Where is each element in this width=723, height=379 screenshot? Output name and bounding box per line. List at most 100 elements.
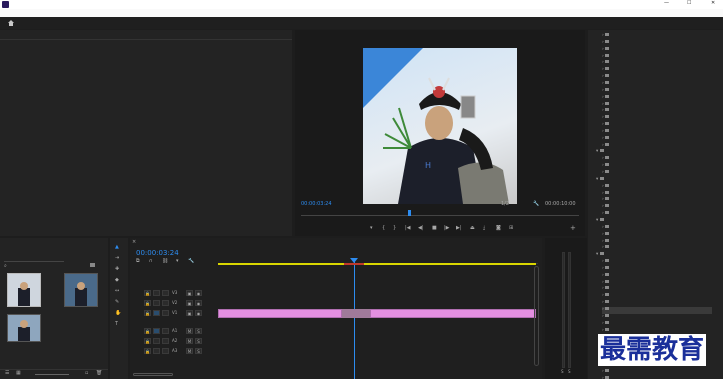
minimize-button[interactable]: — <box>664 0 669 6</box>
hand-tool-icon[interactable]: ✋ <box>115 310 121 316</box>
timeline-settings-icon[interactable]: 🔧 <box>188 258 194 264</box>
track-select-tool-icon[interactable]: ⇥ <box>115 255 119 261</box>
maximize-button[interactable]: ☐ <box>687 0 691 6</box>
list-view-icon[interactable]: ☰ <box>5 370 9 376</box>
solo-button[interactable]: S <box>195 338 202 344</box>
folder-icon <box>605 46 610 50</box>
menu-bar <box>0 9 723 17</box>
source-patch-button[interactable] <box>153 348 160 354</box>
monitor-playhead[interactable] <box>408 210 411 216</box>
eye-icon[interactable]: ◉ <box>195 310 202 316</box>
folder-icon <box>605 272 610 276</box>
lock-track-icon[interactable]: 🔒 <box>144 290 151 296</box>
sync-lock-icon[interactable] <box>162 348 169 354</box>
ripple-edit-tool-icon[interactable]: ✚ <box>115 266 119 272</box>
go-to-in-icon[interactable]: |◀ <box>405 225 411 231</box>
step-back-icon[interactable]: ◀| <box>418 225 424 231</box>
icon-view-icon[interactable]: ▦ <box>16 370 21 376</box>
snap-icon[interactable]: ∩ <box>149 258 153 264</box>
source-patch-button[interactable] <box>153 290 160 296</box>
selection-tool-icon[interactable]: ▲ <box>115 244 119 250</box>
new-bin-icon[interactable] <box>90 263 95 267</box>
source-patch-button[interactable] <box>153 310 160 316</box>
clip-v1-left[interactable] <box>218 309 342 318</box>
mute-button[interactable]: M <box>186 328 193 334</box>
eye-icon[interactable]: ◉ <box>195 300 202 306</box>
source-patch-button[interactable] <box>153 328 160 334</box>
mark-in-icon[interactable]: { <box>382 225 385 231</box>
add-button-icon[interactable]: + <box>570 224 576 232</box>
project-search-field[interactable] <box>4 255 64 262</box>
horizontal-scroll-handle[interactable] <box>133 373 173 376</box>
source-patch-button[interactable] <box>153 338 160 344</box>
timeline-horizontal-scrollbar[interactable] <box>130 371 542 377</box>
timeline-timecode[interactable]: 00:00:03:24 <box>136 249 179 257</box>
toggle-output-icon[interactable]: ▣ <box>186 310 193 316</box>
solo-right-button[interactable]: S <box>568 369 571 374</box>
step-forward-icon[interactable]: |▶ <box>444 225 450 231</box>
lift-icon[interactable]: ⏏ <box>470 225 475 231</box>
resolution-dropdown[interactable]: 1/2 <box>501 201 509 207</box>
lock-track-icon[interactable]: 🔒 <box>144 338 151 344</box>
clip-v1-right[interactable] <box>370 309 536 318</box>
clip-thumbnail-2[interactable] <box>64 273 98 307</box>
linked-selection-icon[interactable]: ⛓ <box>162 258 168 264</box>
lock-track-icon[interactable]: 🔒 <box>144 328 151 334</box>
nest-icon[interactable]: ⧉ <box>136 258 140 264</box>
extract-icon[interactable]: ⤓ <box>483 225 485 231</box>
effects-tree-item[interactable]: › <box>602 307 712 314</box>
lock-track-icon[interactable]: 🔒 <box>144 310 151 316</box>
folder-icon <box>605 53 610 57</box>
sync-lock-icon[interactable] <box>162 300 169 306</box>
type-tool-icon[interactable]: T <box>115 321 118 327</box>
solo-button[interactable]: S <box>195 348 202 354</box>
mark-out-icon[interactable]: } <box>393 225 396 231</box>
wrench-icon[interactable]: 🔧 <box>533 201 539 207</box>
compare-icon[interactable]: ⊞ <box>509 225 513 231</box>
stop-icon[interactable]: ■ <box>432 225 437 231</box>
razor-tool-icon[interactable]: ◆ <box>115 277 119 283</box>
source-patch-button[interactable] <box>153 300 160 306</box>
folder-icon <box>605 307 610 310</box>
mute-button[interactable]: M <box>186 338 193 344</box>
add-marker-timeline-icon[interactable]: ▾ <box>176 258 179 264</box>
zoom-slider[interactable] <box>35 374 69 375</box>
slip-tool-icon[interactable]: ↔ <box>115 288 119 294</box>
lock-track-icon[interactable]: 🔒 <box>144 300 151 306</box>
toggle-output-icon[interactable]: ▣ <box>186 300 193 306</box>
solo-left-button[interactable]: S <box>561 369 564 374</box>
folder-icon <box>605 265 610 269</box>
monitor-scrubber[interactable] <box>301 210 579 216</box>
pen-tool-icon[interactable]: ✎ <box>115 299 119 305</box>
program-timecode[interactable]: 00:00:03:24 <box>301 201 332 207</box>
clip-thumbnail-3[interactable] <box>7 314 41 342</box>
time-ruler[interactable] <box>218 248 538 264</box>
toggle-output-icon[interactable]: ▣ <box>186 290 193 296</box>
sync-lock-icon[interactable] <box>162 338 169 344</box>
video-frame-image: H <box>363 48 509 204</box>
sync-lock-icon[interactable] <box>162 328 169 334</box>
camera-icon[interactable]: ◙ <box>496 225 501 231</box>
sync-lock-icon[interactable] <box>162 290 169 296</box>
clip-thumbnail-1[interactable] <box>7 273 41 307</box>
add-marker-icon[interactable]: ▾ <box>370 225 373 231</box>
go-to-out-icon[interactable]: ▶| <box>456 225 462 231</box>
work-area-bar[interactable] <box>218 263 536 265</box>
new-item-icon[interactable]: ▫ <box>85 370 88 376</box>
timeline-vertical-scrollbar[interactable] <box>534 266 539 366</box>
lock-track-icon[interactable]: 🔒 <box>144 348 151 354</box>
transition-block[interactable] <box>342 309 370 318</box>
mute-button[interactable]: M <box>186 348 193 354</box>
folder-icon <box>605 300 610 304</box>
folder-icon <box>605 74 610 78</box>
close-sequence-icon[interactable]: × <box>132 239 136 245</box>
clear-icon[interactable]: 🗑 <box>96 370 102 376</box>
red-in-out-bar <box>344 263 364 265</box>
solo-button[interactable]: S <box>195 328 202 334</box>
track-name: V3 <box>172 290 178 295</box>
sync-lock-icon[interactable] <box>162 310 169 316</box>
close-button[interactable]: ✕ <box>711 0 715 6</box>
program-duration: 00:00:10:00 <box>545 201 576 207</box>
eye-icon[interactable]: ◉ <box>195 290 202 296</box>
effects-tree-item[interactable]: › <box>602 375 611 379</box>
